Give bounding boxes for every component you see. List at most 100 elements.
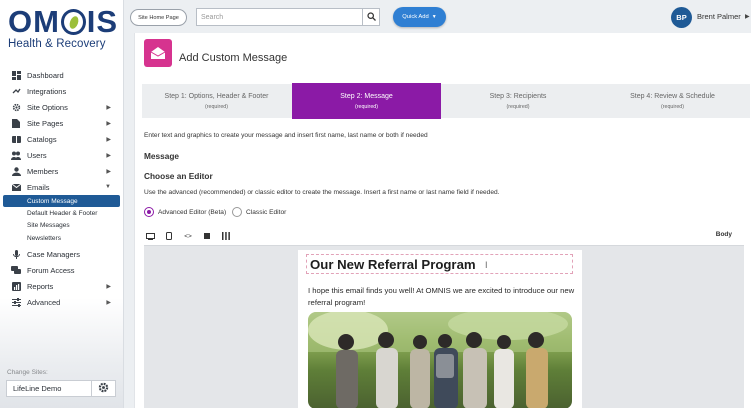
layers-icon[interactable] <box>220 230 232 242</box>
radio-label: Advanced Editor (Beta) <box>158 208 227 216</box>
radio-dot <box>144 207 154 217</box>
site-select[interactable]: LifeLine Demo <box>6 380 92 397</box>
sidebar-item-label: Forum Access <box>27 265 75 275</box>
editor-canvas[interactable]: Our New Referral Program I I hope this e… <box>144 245 744 408</box>
change-sites-label: Change Sites: <box>7 369 48 376</box>
step-required: (required) <box>661 103 684 110</box>
sidebar-subitem-custom-message[interactable]: Custom Message <box>3 195 120 208</box>
sidebar-item-label: Site Pages <box>27 118 64 128</box>
top-bar: Site Home Page Search Quick Add ▼ BP Bre… <box>124 0 751 35</box>
step-4-tab[interactable]: Step 4: Review & Schedule (required) <box>595 84 750 118</box>
sidebar-item-label: Emails <box>27 182 50 192</box>
sidebar-item-site-options[interactable]: Site Options ▶ <box>0 99 123 115</box>
users-icon <box>11 150 21 160</box>
envelope-icon <box>11 182 21 192</box>
reports-icon <box>11 281 21 291</box>
search-input[interactable]: Search <box>196 8 379 26</box>
page-title: Add Custom Message <box>179 52 288 64</box>
site-home-page-button[interactable]: Site Home Page <box>130 9 187 26</box>
radio-label: Classic Editor <box>246 208 287 216</box>
microphone-icon <box>11 249 21 259</box>
sidebar-item-label: Members <box>27 166 59 176</box>
dashboard-icon <box>11 70 21 80</box>
sidebar-item-label: Catalogs <box>27 134 57 144</box>
step-2-tab[interactable]: Step 2: Message (required) <box>292 83 441 119</box>
sidebar-item-catalogs[interactable]: Catalogs ▶ <box>0 131 123 147</box>
step-1-tab[interactable]: Step 1: Options, Header & Footer (requir… <box>142 84 291 118</box>
sliders-icon <box>11 297 21 307</box>
sidebar-item-case-managers[interactable]: Case Managers <box>0 246 123 262</box>
chevron-right-icon: ▶ <box>106 152 111 159</box>
email-preview[interactable]: Our New Referral Program I I hope this e… <box>298 250 582 408</box>
sidebar-item-reports[interactable]: Reports ▶ <box>0 278 123 294</box>
sidebar-item-advanced[interactable]: Advanced ▶ <box>0 294 123 310</box>
sidebar-item-dashboard[interactable]: Dashboard <box>0 67 123 83</box>
advanced-editor-radio[interactable]: Advanced Editor (Beta) <box>144 207 226 217</box>
classic-editor-radio[interactable]: Classic Editor <box>232 207 286 217</box>
radio-dot <box>232 207 242 217</box>
code-icon[interactable]: <> <box>182 230 194 242</box>
step-required: (required) <box>355 103 378 110</box>
sidebar-item-emails[interactable]: Emails ▼ <box>0 179 123 195</box>
sidebar-item-label: Reports <box>27 281 54 291</box>
chevron-right-icon: ▶ <box>106 168 111 175</box>
email-body-text[interactable]: I hope this email finds you well! At OMN… <box>308 285 576 308</box>
catalog-icon <box>11 134 21 144</box>
chevron-right-icon: ▶ <box>106 283 111 290</box>
editor-toolbar: <> Body <box>144 229 744 243</box>
desktop-view-icon[interactable] <box>144 230 156 242</box>
sidebar-item-site-pages[interactable]: Site Pages ▶ <box>0 115 123 131</box>
step-title: Step 1: Options, Header & Footer <box>164 92 269 100</box>
search-button[interactable] <box>362 8 380 26</box>
chevron-right-icon: ▶ <box>106 104 111 111</box>
sidebar-item-forum-access[interactable]: Forum Access <box>0 262 123 278</box>
sidebar-item-integrations[interactable]: Integrations <box>0 83 123 99</box>
people-walking-image <box>308 312 572 408</box>
message-heading: Message <box>144 151 180 161</box>
avatar[interactable]: BP <box>671 7 692 28</box>
step-required: (required) <box>205 103 228 110</box>
email-title[interactable]: Our New Referral Program <box>310 257 476 272</box>
chevron-right-icon: ▶ <box>106 299 111 306</box>
editor-description: Use the advanced (recommended) or classi… <box>144 189 500 196</box>
sidebar-item-label: Site Options <box>27 102 68 112</box>
site-settings-button[interactable] <box>92 380 116 397</box>
main-panel: Add Custom Message Step 1: Options, Head… <box>134 33 751 408</box>
email-title-block[interactable]: Our New Referral Program I <box>306 254 573 274</box>
sidebar-subitem-site-messages[interactable]: Site Messages <box>0 220 123 232</box>
sidebar-item-label: Advanced <box>27 297 61 307</box>
text-cursor-icon: I <box>485 260 488 270</box>
sidebar-item-users[interactable]: Users ▶ <box>0 147 123 163</box>
editor-heading: Choose an Editor <box>144 171 213 181</box>
quick-add-label: Quick Add <box>402 14 429 20</box>
stop-icon[interactable] <box>201 230 213 242</box>
chat-icon <box>11 265 21 275</box>
sidebar-subitem-default-header-footer[interactable]: Default Header & Footer <box>0 207 123 219</box>
intro-text: Enter text and graphics to create your m… <box>144 132 428 139</box>
mobile-view-icon[interactable] <box>163 230 175 242</box>
step-title: Step 3: Recipients <box>489 92 547 100</box>
chevron-right-icon: ▶ <box>106 120 111 127</box>
quick-add-button[interactable]: Quick Add ▼ <box>393 7 446 27</box>
step-3-tab[interactable]: Step 3: Recipients (required) <box>441 84 595 118</box>
step-title: Step 2: Message <box>340 92 393 100</box>
step-required: (required) <box>506 103 530 110</box>
sidebar-subitem-newsletters[interactable]: Newsletters <box>0 232 123 244</box>
omnis-logo[interactable]: O M IS Health & Recovery <box>8 6 118 52</box>
user-name[interactable]: Brent Palmer <box>697 12 741 21</box>
logo-tagline: Health & Recovery <box>8 38 106 50</box>
gear-icon <box>98 380 109 398</box>
email-image[interactable] <box>308 312 572 408</box>
integrations-icon <box>11 86 21 96</box>
sidebar-item-label: Dashboard <box>27 70 64 80</box>
envelope-open-icon <box>144 39 172 67</box>
sidebar-item-members[interactable]: Members ▶ <box>0 163 123 179</box>
sidebar-nav: Dashboard Integrations Site Options ▶ Si… <box>0 67 123 310</box>
search-icon <box>366 8 376 26</box>
chevron-down-icon: ▼ <box>105 184 111 190</box>
caret-right-icon[interactable]: ▶ <box>745 13 750 20</box>
caret-down-icon: ▼ <box>431 14 437 20</box>
members-icon <box>11 166 21 176</box>
sidebar-item-label: Case Managers <box>27 249 80 259</box>
body-label[interactable]: Body <box>716 231 732 238</box>
